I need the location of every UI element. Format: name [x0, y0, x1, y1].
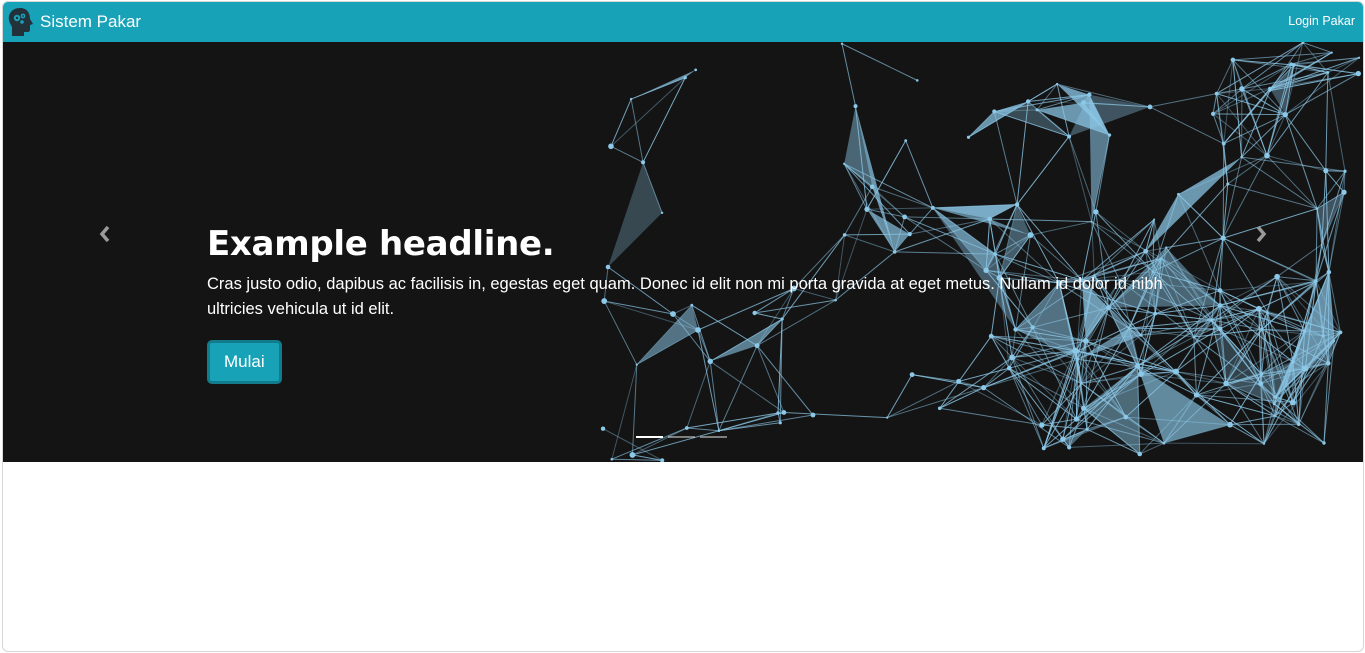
carousel-indicator-1[interactable]	[636, 436, 663, 438]
carousel-lead-text: Cras justo odio, dapibus ac facilisis in…	[207, 275, 1163, 318]
chevron-left-icon	[99, 225, 110, 243]
mulai-button[interactable]: Mulai	[207, 340, 282, 384]
chevron-right-icon	[1256, 225, 1267, 243]
brain-head-icon	[8, 8, 34, 36]
carousel-headline: Example headline.	[207, 224, 555, 264]
carousel-indicator-3[interactable]	[700, 436, 727, 438]
carousel-next-button[interactable]	[1246, 214, 1276, 254]
login-pakar-link[interactable]: Login Pakar	[1288, 14, 1355, 28]
navbar-brand[interactable]: Sistem Pakar	[6, 6, 141, 38]
navbar: Sistem Pakar Login Pakar	[3, 2, 1363, 42]
brand-label: Sistem Pakar	[40, 12, 142, 31]
carousel-caption: Example headline. Cras justo odio, dapib…	[207, 222, 1167, 384]
hero-carousel: Example headline. Cras justo odio, dapib…	[3, 42, 1363, 462]
browser-viewport: Sistem Pakar Login Pakar Example headlin…	[2, 1, 1364, 652]
carousel-indicators	[636, 436, 727, 438]
carousel-prev-button[interactable]	[90, 214, 120, 254]
carousel-indicator-2[interactable]	[668, 436, 695, 438]
